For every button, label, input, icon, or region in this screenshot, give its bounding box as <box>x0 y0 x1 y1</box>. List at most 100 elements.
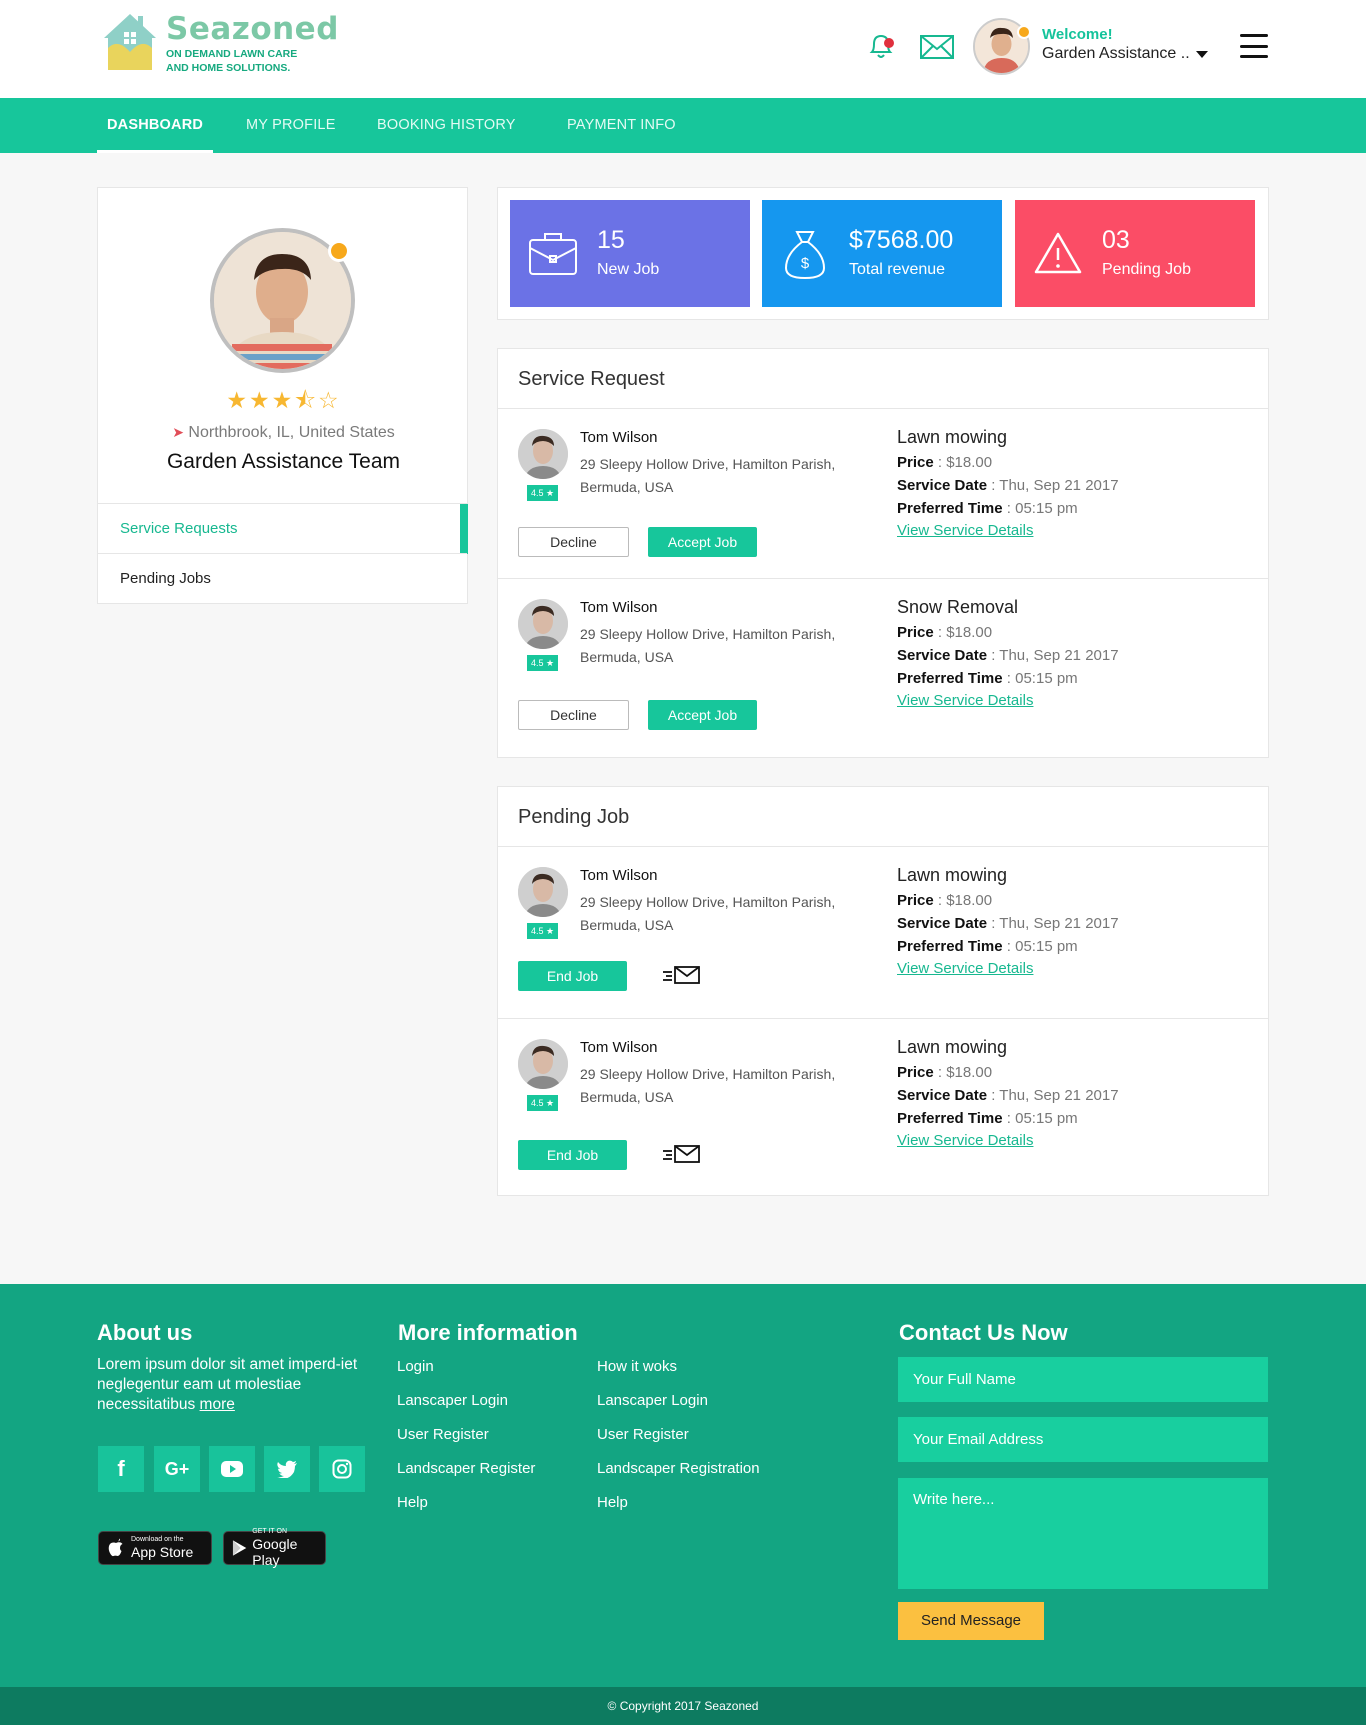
footer-link-help-2[interactable]: Help <box>597 1494 628 1511</box>
team-name: Garden Assistance Team <box>166 450 401 473</box>
stat-pending-job[interactable]: 03 Pending Job <box>1015 200 1255 307</box>
google-play-small: GET IT ON <box>252 1528 287 1535</box>
stat-value: $7568.00 <box>849 226 954 254</box>
copyright: © Copyright 2017 Seazoned <box>0 1687 1366 1725</box>
hamburger-icon[interactable] <box>1240 34 1268 58</box>
decline-button[interactable]: Decline <box>518 527 629 557</box>
google-plus-icon[interactable]: G+ <box>154 1446 200 1492</box>
logo[interactable]: Seazoned ON DEMAND LAWN CARE AND HOME SO… <box>98 8 348 76</box>
tab-booking-history[interactable]: BOOKING HISTORY <box>377 98 516 153</box>
youtube-icon[interactable] <box>209 1446 255 1492</box>
service-name: Lawn mowing <box>897 427 1008 447</box>
stat-total-revenue[interactable]: $ $7568.00 Total revenue <box>762 200 1002 307</box>
service-details: Lawn mowing Price : $18.00 Service Date … <box>897 427 1119 539</box>
svg-text:$: $ <box>801 255 810 272</box>
twitter-icon[interactable] <box>264 1446 310 1492</box>
stat-new-job[interactable]: 15 New Job <box>510 200 750 307</box>
price-row: Price : $18.00 <box>897 624 993 641</box>
time-row: Preferred Time : 05:15 pm <box>897 500 1078 517</box>
app-store-button[interactable]: Download on the App Store <box>98 1531 212 1565</box>
footer-link-landscaper-registration[interactable]: Landscaper Registration <box>597 1460 760 1477</box>
about-title: About us <box>97 1320 193 1345</box>
header-avatar[interactable] <box>973 18 1031 75</box>
footer-link-user-register-2[interactable]: User Register <box>597 1426 689 1443</box>
accept-job-button[interactable]: Accept Job <box>648 700 757 730</box>
app-store-big: App Store <box>131 1544 194 1560</box>
stats-row: 15 New Job $ $7568.00 Total revenue 03 P… <box>497 187 1269 320</box>
tab-my-profile[interactable]: MY PROFILE <box>246 98 336 153</box>
money-bag-icon: $ <box>784 231 826 280</box>
end-job-button[interactable]: End Job <box>518 1140 627 1170</box>
customer-name: Tom Wilson <box>580 599 658 616</box>
customer-address: 29 Sleepy Hollow Drive, Hamilton Parish,… <box>580 626 836 665</box>
view-service-details-link[interactable]: View Service Details <box>897 1132 1119 1149</box>
end-job-button[interactable]: End Job <box>518 961 627 991</box>
date-row: Service Date : Thu, Sep 21 2017 <box>897 1087 1119 1104</box>
stat-label: Total revenue <box>849 261 946 278</box>
price-row: Price : $18.00 <box>897 454 993 471</box>
accept-job-button[interactable]: Accept Job <box>648 527 757 557</box>
bell-icon[interactable] <box>866 30 896 62</box>
tab-payment-info[interactable]: PAYMENT INFO <box>567 98 676 153</box>
app-store-small: Download on the <box>131 1536 184 1543</box>
panel-title: Pending Job <box>498 787 1268 847</box>
rating-value: 4.5 <box>530 488 544 498</box>
time-row: Preferred Time : 05:15 pm <box>897 938 1078 955</box>
price-row: Price : $18.00 <box>897 892 993 909</box>
stat-label: Pending Job <box>1102 261 1191 278</box>
footer-link-lanscaper-login[interactable]: Lanscaper Login <box>397 1392 508 1409</box>
header: Seazoned ON DEMAND LAWN CARE AND HOME SO… <box>0 0 1366 98</box>
send-message-button[interactable]: Send Message <box>898 1602 1044 1640</box>
message-textarea[interactable]: Write here... <box>898 1478 1268 1589</box>
logo-tagline-2: AND HOME SOLUTIONS. <box>166 62 291 74</box>
customer-avatar <box>518 1039 568 1089</box>
stat-label: New Job <box>597 261 660 278</box>
view-service-details-link[interactable]: View Service Details <box>897 522 1119 539</box>
rating-badge: 4.5 ★ <box>527 485 558 501</box>
footer-link-lanscaper-login-2[interactable]: Lanscaper Login <box>597 1392 708 1409</box>
footer: About us Lorem ipsum dolor sit amet impe… <box>0 1284 1366 1687</box>
job-card: 4.5 ★ Tom Wilson 29 Sleepy Hollow Drive,… <box>498 409 1268 579</box>
send-mail-icon[interactable] <box>661 964 701 986</box>
customer-name: Tom Wilson <box>580 429 658 446</box>
sidebar-item-service-requests[interactable]: Service Requests <box>98 503 468 554</box>
welcome-block[interactable]: Welcome! Garden Assistance .. <box>1042 26 1208 63</box>
logo-tagline-1: ON DEMAND LAWN CARE <box>166 48 298 60</box>
location-pin-icon: ➤ <box>172 424 184 440</box>
facebook-icon[interactable]: f <box>98 1446 144 1492</box>
footer-link-login[interactable]: Login <box>397 1358 434 1375</box>
profile-card: ★★★⯪☆ ➤ Northbrook, IL, United States Ga… <box>97 187 468 504</box>
footer-link-help[interactable]: Help <box>397 1494 428 1511</box>
customer-address: 29 Sleepy Hollow Drive, Hamilton Parish,… <box>580 1066 836 1105</box>
tab-dashboard[interactable]: DASHBOARD <box>97 98 214 153</box>
view-service-details-link[interactable]: View Service Details <box>897 960 1119 977</box>
footer-link-user-register[interactable]: User Register <box>397 1426 489 1443</box>
mail-icon[interactable] <box>919 33 955 61</box>
google-play-big: Google Play <box>252 1536 298 1568</box>
sidebar-item-pending-jobs[interactable]: Pending Jobs <box>98 553 467 603</box>
footer-link-how-it-works[interactable]: How it woks <box>597 1358 677 1375</box>
footer-link-landscaper-register[interactable]: Landscaper Register <box>397 1460 535 1477</box>
person-avatar-icon <box>518 867 568 917</box>
person-avatar-icon <box>518 429 568 479</box>
customer-avatar <box>518 867 568 917</box>
send-mail-icon[interactable] <box>661 1143 701 1165</box>
caret-down-icon[interactable] <box>1195 50 1208 58</box>
warning-icon <box>1034 232 1082 274</box>
pending-job-panel: Pending Job 4.5 ★ Tom Wilson 29 Sleepy H… <box>497 786 1269 1196</box>
main-nav: DASHBOARD MY PROFILE BOOKING HISTORY PAY… <box>0 98 1366 153</box>
email-input[interactable]: Your Email Address <box>898 1417 1268 1462</box>
job-card: 4.5 ★ Tom Wilson 29 Sleepy Hollow Drive,… <box>498 579 1268 757</box>
person-avatar-icon <box>518 1039 568 1089</box>
more-information-title: More information <box>398 1320 578 1345</box>
customer-name: Tom Wilson <box>580 867 658 884</box>
full-name-input[interactable]: Your Full Name <box>898 1357 1268 1402</box>
google-play-button[interactable]: GET IT ON Google Play <box>223 1528 326 1568</box>
view-service-details-link[interactable]: View Service Details <box>897 692 1119 709</box>
apple-icon <box>108 1538 123 1557</box>
date-row: Service Date : Thu, Sep 21 2017 <box>897 647 1119 664</box>
instagram-icon[interactable] <box>319 1446 365 1492</box>
about-more-link[interactable]: more <box>200 1396 235 1413</box>
service-name: Lawn mowing <box>897 865 1008 885</box>
decline-button[interactable]: Decline <box>518 700 629 730</box>
